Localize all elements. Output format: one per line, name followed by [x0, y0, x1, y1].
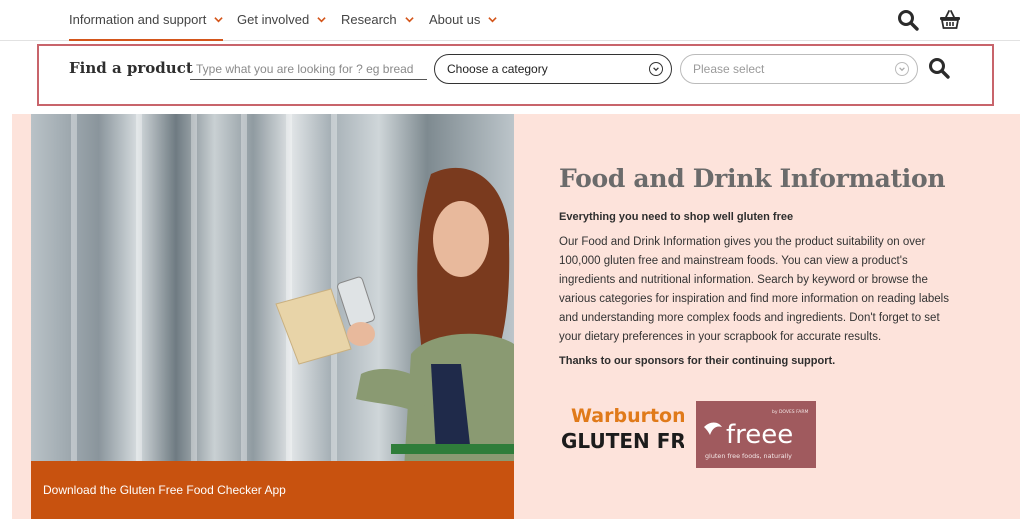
nav-item-get-involved[interactable]: Get involved	[237, 12, 326, 27]
hero-title: Food and Drink Information	[559, 164, 946, 193]
chevron-down-icon	[317, 17, 326, 23]
hero-photo: Download the Gluten Free Food Checker Ap…	[31, 114, 514, 519]
nav-item-label: Research	[341, 12, 397, 27]
category-select[interactable]: Choose a category	[434, 54, 672, 84]
chevron-down-icon	[404, 17, 414, 23]
nav-item-information-and-support[interactable]: Information and support	[69, 12, 224, 41]
freee-logo-text: freee	[726, 420, 793, 450]
nav-item-label: Get involved	[237, 12, 310, 27]
nav-item-about-us[interactable]: About us	[429, 12, 498, 27]
hero-subtitle: Everything you need to shop well gluten …	[559, 211, 794, 223]
nav-item-label: About us	[429, 12, 481, 27]
find-a-product-bar: Find a product Choose a category Please …	[37, 44, 994, 106]
warburtons-gluten-free-logo[interactable]: Warburtons GLUTEN FREE	[559, 400, 684, 460]
woman-with-phone-illustration	[275, 167, 514, 519]
warburtons-logo-text: Warburtons	[571, 405, 684, 427]
subcategory-select-value: Please select	[693, 62, 765, 76]
freee-tagline-top: by DOVES FARM	[772, 409, 808, 415]
sponsors-thanks: Thanks to our sponsors for their continu…	[559, 355, 836, 367]
chevron-down-icon	[488, 17, 498, 23]
download-app-link[interactable]: Download the Gluten Free Food Checker Ap…	[43, 483, 286, 497]
product-search-input[interactable]	[190, 58, 427, 80]
basket-icon[interactable]	[938, 8, 962, 32]
subcategory-select[interactable]: Please select	[680, 54, 918, 84]
top-navigation: Information and support Get involved Res…	[0, 0, 1020, 41]
search-submit-icon[interactable]	[927, 56, 951, 80]
gluten-free-logo-text: GLUTEN FREE	[561, 429, 684, 453]
nav-item-label: Information and support	[69, 12, 207, 27]
download-app-banner[interactable]: Download the Gluten Free Food Checker Ap…	[31, 461, 514, 519]
freee-tagline-bottom: gluten free foods, naturally	[705, 452, 792, 460]
search-icon[interactable]	[896, 8, 920, 32]
chevron-down-icon	[895, 62, 909, 76]
chevron-down-icon	[649, 62, 663, 76]
hero-text: Food and Drink Information Everything yo…	[559, 164, 951, 379]
find-product-title: Find a product	[69, 59, 193, 77]
freee-logo[interactable]: by DOVES FARM freee gluten free foods, n…	[696, 401, 816, 468]
nav-item-research[interactable]: Research	[341, 12, 414, 27]
chevron-down-icon	[214, 17, 223, 23]
category-select-value: Choose a category	[447, 62, 548, 76]
hero-section: Download the Gluten Free Food Checker Ap…	[12, 114, 1020, 519]
hero-description: Our Food and Drink Information gives you…	[559, 236, 949, 343]
